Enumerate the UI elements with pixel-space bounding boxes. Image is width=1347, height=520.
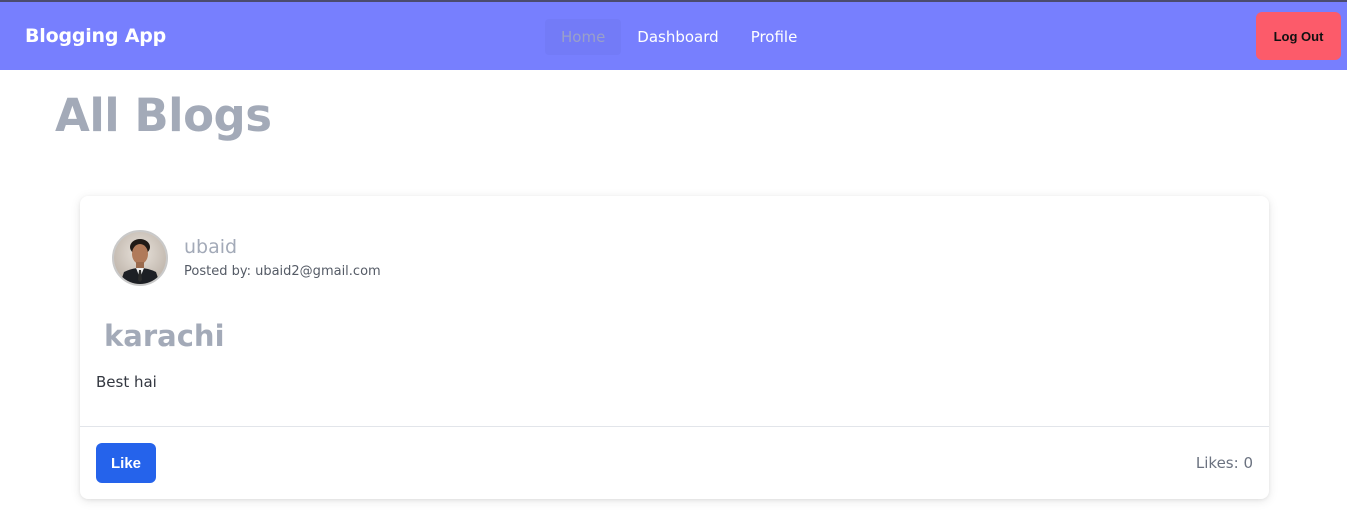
- nav-link-dashboard[interactable]: Dashboard: [621, 19, 734, 55]
- page-title: All Blogs: [55, 89, 272, 142]
- nav-links: Home Dashboard Profile: [545, 19, 813, 55]
- blog-body: Best hai: [96, 373, 157, 391]
- author-name: ubaid: [184, 236, 238, 258]
- avatar-image: [114, 232, 166, 284]
- avatar: [112, 230, 168, 286]
- blog-title: karachi: [104, 319, 225, 353]
- posted-by-email: Posted by: ubaid2@gmail.com: [184, 264, 381, 279]
- blog-card: ubaid Posted by: ubaid2@gmail.com karach…: [80, 196, 1269, 499]
- navbar: Blogging App Home Dashboard Profile Log …: [0, 0, 1347, 70]
- brand-logo[interactable]: Blogging App: [25, 25, 166, 47]
- logout-button[interactable]: Log Out: [1256, 12, 1341, 60]
- nav-link-home[interactable]: Home: [545, 19, 622, 55]
- likes-count: Likes: 0: [1195, 454, 1253, 472]
- card-divider: [80, 426, 1269, 427]
- nav-link-profile[interactable]: Profile: [735, 19, 814, 55]
- like-button[interactable]: Like: [96, 443, 156, 483]
